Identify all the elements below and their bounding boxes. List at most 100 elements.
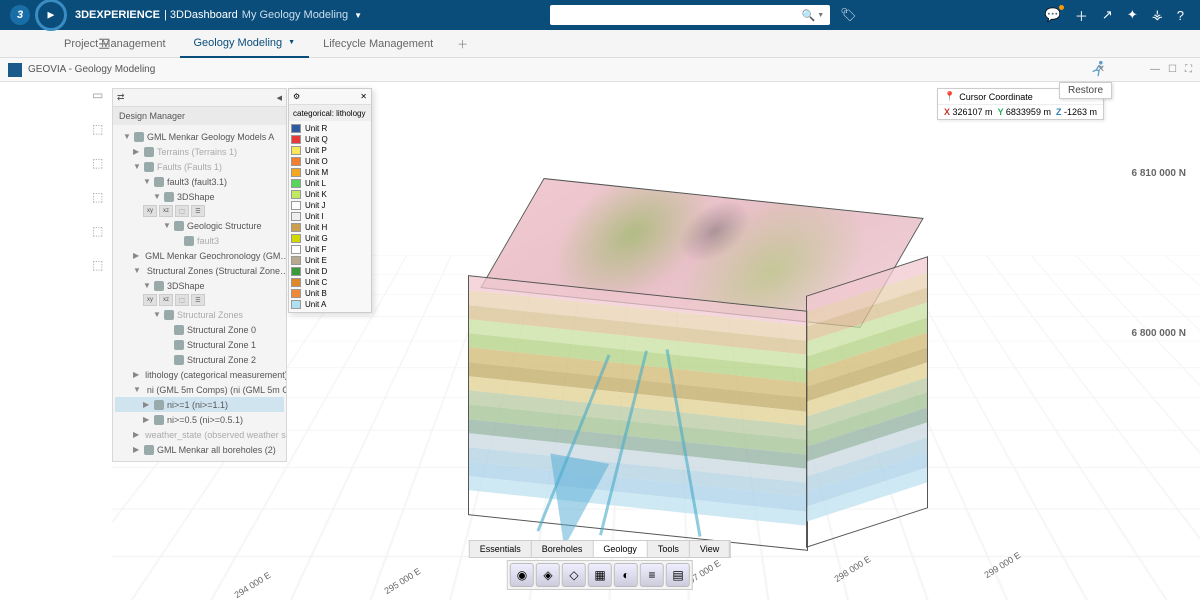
legend-row[interactable]: Unit H [291, 222, 369, 233]
panel-close-icon[interactable]: ✕ [1097, 64, 1105, 75]
top-right-actions: 💬 ＋ ↗ ✦ ⚶ ? [1045, 6, 1190, 25]
search-input[interactable] [556, 9, 797, 21]
tab-project-management[interactable]: Project Management [50, 30, 180, 58]
rail-item-1[interactable]: ▭ [92, 88, 108, 102]
tree-node[interactable]: ▼Faults (Faults 1) [115, 159, 284, 174]
bottom-tab-tools[interactable]: Tools [648, 541, 690, 557]
tree-mode-icon[interactable]: ⇄ [117, 92, 125, 103]
compass-icon[interactable] [35, 0, 67, 31]
bottom-toolbar: EssentialsBoreholesGeologyToolsView ◉ ◈ … [469, 540, 731, 590]
tree-node[interactable]: ▶weather_state (observed weather st… [115, 427, 284, 442]
rail-item-5[interactable]: ⬚ [92, 224, 108, 238]
legend-panel: ⚙ ✕ categorical: lithology Unit RUnit QU… [288, 88, 372, 313]
legend-row[interactable]: Unit C [291, 277, 369, 288]
share-icon[interactable]: ✦ [1127, 7, 1138, 23]
tree-node[interactable]: ▶GML Menkar all boreholes (2) [115, 442, 284, 457]
share-arrow-icon[interactable]: ↗ [1102, 7, 1113, 23]
legend-row[interactable]: Unit F [291, 244, 369, 255]
dashboard-name[interactable]: My Geology Modeling [242, 9, 348, 21]
legend-row[interactable]: Unit Q [291, 134, 369, 145]
legend-row[interactable]: Unit A [291, 299, 369, 310]
legend-close-icon[interactable]: ✕ [360, 92, 367, 101]
northing-label-1: 6 810 000 N [1132, 168, 1187, 179]
tree-node[interactable]: Structural Zone 1 [115, 337, 284, 352]
tree-menu-icon[interactable]: ◀ [277, 94, 282, 102]
fullscreen-icon[interactable]: ⛶ [1185, 64, 1192, 75]
tool-1[interactable]: ◉ [510, 563, 534, 587]
top-bar: 3 3DEXPERIENCE | 3DDashboard My Geology … [0, 0, 1200, 30]
coord-x: 326107 m [953, 107, 993, 117]
legend-row[interactable]: Unit I [291, 211, 369, 222]
coord-y: 6833959 m [1006, 107, 1051, 117]
community-icon[interactable]: ⚶ [1152, 7, 1163, 23]
tree-node[interactable]: ▼Geologic Structure [115, 218, 284, 233]
tree-node[interactable]: Structural Zone 2 [115, 352, 284, 367]
tab-geology-modeling[interactable]: Geology Modeling▼ [180, 30, 310, 58]
coord-z: -1263 m [1064, 107, 1097, 117]
pin-icon[interactable]: 📍 [944, 91, 955, 102]
legend-row[interactable]: Unit M [291, 167, 369, 178]
rail-item-6[interactable]: ⬚ [92, 258, 108, 272]
tree-node[interactable]: ▼Structural Zones (Structural Zone… [115, 263, 284, 278]
tree-node[interactable]: ▼ni (GML 5m Comps) (ni (GML 5m C… [115, 382, 284, 397]
legend-row[interactable]: Unit E [291, 255, 369, 266]
tree-node[interactable]: ▶GML Menkar Geochronology (GM… [115, 248, 284, 263]
tree-title: Design Manager [113, 107, 286, 125]
app-title: GEOVIA - Geology Modeling [28, 64, 155, 75]
tree-node[interactable]: ▼3DShape [115, 278, 284, 293]
legend-row[interactable]: Unit B [291, 288, 369, 299]
rail-item-3[interactable]: ⬚ [92, 156, 108, 170]
tree-node[interactable]: ▼fault3 (fault3.1) [115, 174, 284, 189]
tab-lifecycle-management[interactable]: Lifecycle Management [309, 30, 447, 58]
tree-node[interactable]: ▶ni>=0.5 (ni>=0.5.1) [115, 412, 284, 427]
tool-2[interactable]: ◈ [536, 563, 560, 587]
tree-node[interactable]: ▶lithology (categorical measurement)… [115, 367, 284, 382]
tool-5[interactable]: ◐ [614, 563, 638, 587]
tree-node[interactable]: Structural Zone 0 [115, 322, 284, 337]
left-rail: ▭ ⬚ ⬚ ⬚ ⬚ ⬚ [92, 88, 108, 272]
brand-label: 3DEXPERIENCE [75, 9, 160, 21]
maximize-icon[interactable]: ☐ [1168, 64, 1177, 75]
tool-7[interactable]: ▤ [666, 563, 690, 587]
notifications-icon[interactable]: 💬 [1045, 7, 1061, 23]
tree-node[interactable]: ▶Terrains (Terrains 1) [115, 144, 284, 159]
legend-gear-icon[interactable]: ⚙ [293, 92, 300, 101]
bottom-tab-boreholes[interactable]: Boreholes [532, 541, 594, 557]
tag-icon[interactable]: 🏷 [840, 7, 857, 23]
northing-label-2: 6 800 000 N [1132, 328, 1187, 339]
legend-row[interactable]: Unit O [291, 156, 369, 167]
help-icon[interactable]: ? [1177, 8, 1184, 23]
section-label: | 3DDashboard [164, 9, 238, 21]
app-icon [8, 63, 22, 77]
search-dropdown-icon[interactable]: ▼ [817, 12, 824, 19]
rail-item-2[interactable]: ⬚ [92, 122, 108, 136]
minimize-icon[interactable]: — [1150, 64, 1160, 75]
tool-3[interactable]: ◇ [562, 563, 586, 587]
bottom-tab-geology[interactable]: Geology [593, 541, 648, 557]
rail-item-4[interactable]: ⬚ [92, 190, 108, 204]
legend-row[interactable]: Unit G [291, 233, 369, 244]
bottom-tabs: EssentialsBoreholesGeologyToolsView [469, 540, 731, 558]
legend-row[interactable]: Unit P [291, 145, 369, 156]
dashboard-dropdown-icon[interactable]: ▼ [354, 11, 362, 20]
tree-node[interactable]: ▼Structural Zones [115, 307, 284, 322]
menu-icon[interactable]: ☰ [98, 36, 111, 53]
tree-node[interactable]: ▼GML Menkar Geology Models A [115, 129, 284, 144]
bottom-tab-essentials[interactable]: Essentials [470, 541, 532, 557]
search-icon[interactable]: 🔍 [802, 9, 816, 22]
tree-node[interactable]: ▶ni>=1 (ni>=1.1) [115, 397, 284, 412]
coord-title: Cursor Coordinate [959, 92, 1033, 102]
legend-row[interactable]: Unit R [291, 123, 369, 134]
tree-node[interactable]: fault3 [115, 233, 284, 248]
legend-row[interactable]: Unit J [291, 200, 369, 211]
tool-4[interactable]: ▦ [588, 563, 612, 587]
tool-6[interactable]: ≡ [640, 563, 664, 587]
add-tab-button[interactable]: ＋ [447, 36, 478, 52]
search-box[interactable]: 🔍 ▼ [550, 5, 830, 25]
legend-row[interactable]: Unit D [291, 266, 369, 277]
add-icon[interactable]: ＋ [1075, 6, 1088, 25]
bottom-tab-view[interactable]: View [690, 541, 730, 557]
legend-row[interactable]: Unit L [291, 178, 369, 189]
tree-node[interactable]: ▼3DShape [115, 189, 284, 204]
legend-row[interactable]: Unit K [291, 189, 369, 200]
